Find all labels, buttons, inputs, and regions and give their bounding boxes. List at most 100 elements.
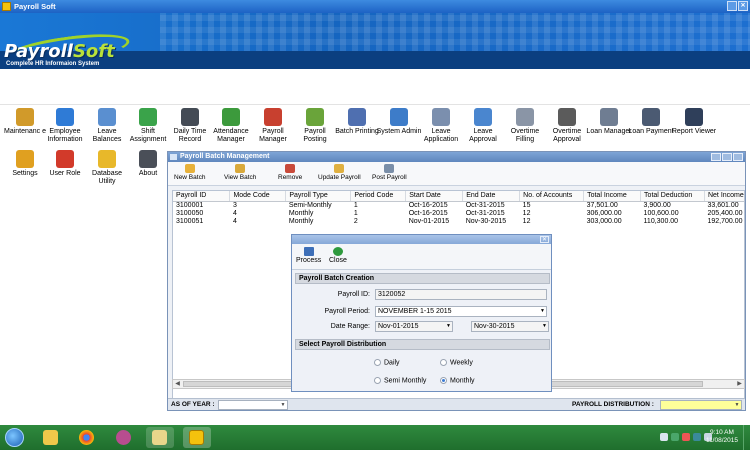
launcher-system-admin[interactable]: System Admin: [376, 108, 422, 136]
payroll-period-value: NOVEMBER 1-15 2015: [378, 308, 452, 315]
launcher-daily-time-record[interactable]: Daily Time Record: [167, 108, 213, 144]
clock[interactable]: 9:10 AM 11/08/2015: [706, 429, 738, 445]
start-button[interactable]: [5, 428, 24, 447]
payroll-period-select[interactable]: NOVEMBER 1-15 2015 ▼: [375, 306, 547, 317]
radio-dot[interactable]: [440, 377, 447, 384]
radio-dot[interactable]: [374, 377, 381, 384]
minimize-button[interactable]: [727, 1, 737, 11]
close-dialog-button[interactable]: Close: [329, 247, 347, 264]
launcher-label: Loan Manager: [586, 128, 632, 135]
launcher-report-viewer[interactable]: Report Viewer: [671, 108, 717, 136]
launcher-database-utility[interactable]: Database Utility: [84, 150, 130, 186]
batch-minimize-button[interactable]: [711, 153, 721, 161]
radio-daily[interactable]: Daily: [374, 359, 400, 367]
remove-button[interactable]: Remove: [278, 164, 302, 181]
payroll-id-field[interactable]: 3120052: [375, 289, 547, 300]
tray-up-icon[interactable]: [660, 433, 668, 441]
column-header[interactable]: No. of Accounts: [519, 191, 585, 202]
launcher-about[interactable]: About: [125, 150, 171, 178]
table-cell: 1: [353, 209, 358, 217]
column-header[interactable]: Start Date: [405, 191, 464, 202]
column-header[interactable]: Mode Code: [229, 191, 287, 202]
column-header[interactable]: Payroll ID: [173, 191, 231, 202]
chevron-down-icon[interactable]: ▼: [542, 322, 547, 331]
launcher-attendance-manager[interactable]: Attendance Manager: [208, 108, 254, 144]
chevron-down-icon[interactable]: ▼: [446, 322, 451, 331]
tray-wifi-icon[interactable]: [693, 433, 701, 441]
launcher-payroll-manager[interactable]: Payroll Manager: [250, 108, 296, 144]
column-header[interactable]: Payroll Type: [285, 191, 352, 202]
radio-dot[interactable]: [440, 359, 447, 366]
distribution-combo[interactable]: ▼: [660, 400, 742, 410]
clock-icon: [139, 108, 157, 126]
close-button[interactable]: ✕: [738, 1, 748, 11]
column-header[interactable]: Period Code: [350, 191, 407, 202]
column-header[interactable]: Total Deduction: [640, 191, 705, 202]
column-header[interactable]: End Date: [462, 191, 521, 202]
tray-network-icon[interactable]: [671, 433, 679, 441]
radio-weekly[interactable]: Weekly: [440, 359, 473, 367]
launcher-label: Attendance Manager: [213, 128, 249, 143]
column-header[interactable]: Total Income: [583, 191, 642, 202]
launcher-employee-information[interactable]: Employee Information: [42, 108, 88, 144]
table-row[interactable]: 3100050 4 Monthly 1 Oct-16-2015 Oct-31-2015 12…: [173, 209, 744, 218]
table-row[interactable]: 3100051 4 Monthly 2 Nov-01-2015 Nov-30-2015 12…: [173, 217, 744, 226]
scroll-right-icon[interactable]: ▶: [735, 380, 744, 388]
tray-security-icon[interactable]: [682, 433, 690, 441]
money-icon: [264, 108, 282, 126]
taskbar-explorer[interactable]: [37, 427, 65, 448]
chevron-down-icon[interactable]: ▼: [279, 401, 287, 409]
table-cell: Semi-Monthly: [288, 201, 332, 209]
column-header[interactable]: Net Income: [704, 191, 744, 202]
launcher-user-role[interactable]: User Role: [42, 150, 88, 178]
process-label: Process: [296, 257, 322, 264]
launcher-leave-approval[interactable]: Leave Approval: [460, 108, 506, 144]
launcher-loan-manager[interactable]: Loan Manager: [586, 108, 632, 136]
taskbar-files[interactable]: [146, 427, 174, 448]
post-payroll-button[interactable]: Post Payroll: [372, 164, 407, 181]
launcher-label: System Admin: [376, 128, 422, 135]
launcher-label: Daily Time Record: [173, 128, 207, 143]
taskbar-app[interactable]: [110, 427, 138, 448]
payroll-app-icon: [189, 430, 204, 445]
radio-monthly[interactable]: Monthly: [440, 377, 475, 385]
dialog-close-icon[interactable]: ✕: [540, 236, 549, 243]
userrole-icon: [56, 150, 74, 168]
launcher-overtime-approval[interactable]: Overtime Approval: [544, 108, 590, 144]
chevron-down-icon[interactable]: ▼: [540, 307, 545, 316]
batch-close-button[interactable]: [733, 153, 743, 161]
launcher-overtime-filling[interactable]: Overtime Filling: [502, 108, 548, 144]
taskbar-payrollsoft[interactable]: [183, 427, 211, 448]
launcher-shift-assignment[interactable]: Shift Assignment: [125, 108, 171, 144]
view-batch-button[interactable]: View Batch: [224, 164, 256, 181]
launcher-batch-printing[interactable]: Batch Printing: [334, 108, 380, 136]
scroll-left-icon[interactable]: ◀: [173, 380, 182, 388]
taskbar-chrome[interactable]: [73, 427, 101, 448]
app-icon: [2, 2, 11, 11]
chevron-down-icon[interactable]: ▼: [733, 401, 741, 409]
table-cell: 3,900.00: [643, 201, 671, 209]
gear-icon: [16, 150, 34, 168]
batch-maximize-button[interactable]: [722, 153, 732, 161]
launcher-label: Loan Payment: [628, 128, 674, 135]
process-button[interactable]: Process: [296, 247, 321, 264]
radio-monthly-label: Monthly: [450, 377, 475, 385]
radio-semi-monthly[interactable]: Semi Monthly: [374, 377, 426, 385]
launcher-loan-payment[interactable]: Loan Payment: [628, 108, 674, 136]
launcher-label: Leave Approval: [469, 128, 497, 143]
table-cell: 3100051: [176, 217, 204, 225]
table-row[interactable]: 3100001 3 Semi-Monthly 1 Oct-16-2015 Oct-31-2…: [173, 201, 744, 210]
show-desktop-button[interactable]: [743, 425, 750, 450]
table-cell: Nov-30-2015: [465, 217, 507, 225]
launcher-payroll-posting[interactable]: Payroll Posting: [292, 108, 338, 144]
launcher-leave-balances[interactable]: Leave Balances: [84, 108, 130, 144]
launcher-leave-application[interactable]: Leave Application: [418, 108, 464, 144]
date-from-field[interactable]: Nov-01-2015 ▼: [375, 321, 453, 332]
new-batch-button[interactable]: New Batch: [174, 164, 205, 181]
update-payroll-button[interactable]: Update Payroll: [318, 164, 361, 181]
radio-dot[interactable]: [374, 359, 381, 366]
as-of-year-combo[interactable]: ▼: [218, 400, 288, 410]
launcher-label: Overtime Approval: [552, 128, 582, 143]
launcher-label: Leave Application: [423, 128, 459, 143]
date-to-field[interactable]: Nov-30-2015 ▼: [471, 321, 549, 332]
